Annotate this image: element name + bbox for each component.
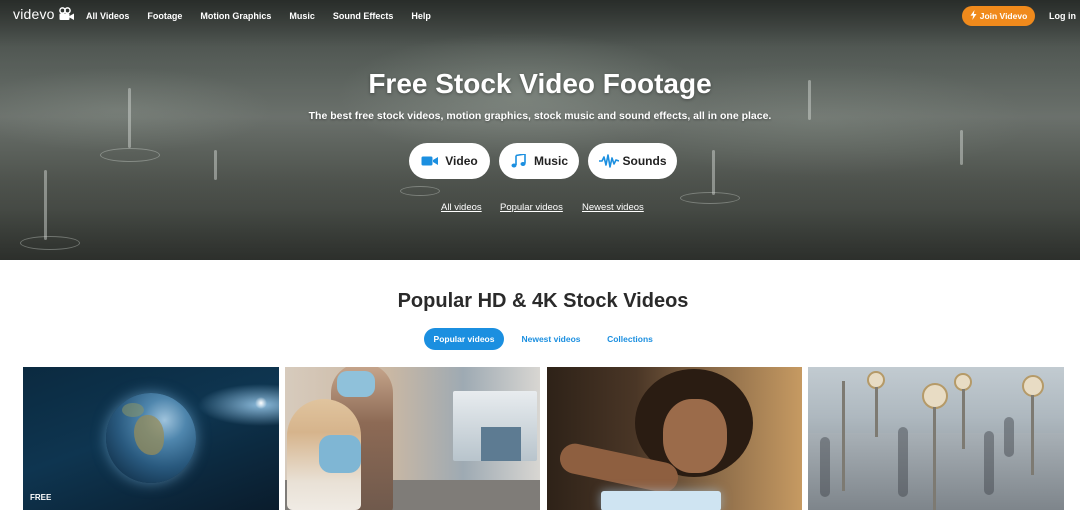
video-thumbnail-masked-people[interactable]: [285, 367, 540, 510]
clock-pole-image: [962, 389, 965, 449]
tab-collections[interactable]: Collections: [600, 328, 660, 350]
waveform-icon: [598, 154, 619, 168]
rain-splash-decoration: [712, 150, 715, 195]
blurred-person-image: [898, 427, 908, 497]
video-category-label: Video: [445, 154, 478, 168]
nav-link-sound-effects[interactable]: Sound Effects: [333, 11, 394, 21]
video-thumbnail-girl-tablet[interactable]: [547, 367, 802, 510]
bolt-icon: [970, 10, 977, 22]
ripple-decoration: [400, 186, 440, 196]
tab-popular-videos[interactable]: Popular videos: [424, 328, 504, 350]
login-link[interactable]: Log in: [1049, 11, 1076, 21]
face-mask-image: [337, 371, 375, 397]
ripple-decoration: [20, 236, 80, 250]
ripple-decoration: [680, 192, 740, 204]
clock-pole-image: [842, 381, 845, 491]
music-note-icon: [510, 153, 528, 168]
girl-face-image: [663, 399, 727, 473]
brand-logo[interactable]: videvo: [13, 6, 75, 22]
blurred-person-image: [820, 437, 830, 497]
sounds-category-label: Sounds: [622, 154, 667, 168]
video-camera-icon: [421, 154, 439, 168]
ripple-decoration: [100, 148, 160, 162]
nav-link-help[interactable]: Help: [411, 11, 431, 21]
main-nav-links: All Videos Footage Motion Graphics Music…: [86, 11, 449, 21]
video-category-button[interactable]: Video: [409, 143, 490, 179]
rain-splash-decoration: [960, 130, 963, 165]
nav-link-all-videos[interactable]: All Videos: [86, 11, 129, 21]
tablet-image: [601, 491, 721, 510]
join-button-label: Join Videvo: [979, 11, 1028, 21]
hero-subtitle: The best free stock videos, motion graph…: [308, 110, 772, 122]
hero-title: Free Stock Video Footage: [368, 68, 712, 99]
blurred-person-image: [1004, 417, 1014, 457]
brand-name: videvo: [13, 6, 55, 22]
section-title: Popular HD & 4K Stock Videos: [397, 290, 689, 312]
hero-link-all-videos[interactable]: All videos: [441, 202, 482, 213]
blurred-person-image: [984, 431, 994, 495]
free-badge: FREE: [30, 493, 52, 502]
station-floor-image: [808, 433, 1064, 510]
rain-splash-decoration: [44, 170, 47, 240]
clock-pole-image: [1031, 395, 1034, 475]
video-thumbnail-station-clocks[interactable]: [808, 367, 1064, 510]
truck-cab-image: [481, 427, 521, 461]
clock-image: [922, 383, 948, 409]
top-navigation: videvo All Videos Footage Motion Graphic…: [0, 0, 1080, 32]
earth-image: [106, 393, 196, 483]
join-button[interactable]: Join Videvo: [962, 6, 1035, 26]
face-mask-image: [319, 435, 361, 473]
nav-link-music[interactable]: Music: [289, 11, 315, 21]
clock-pole-image: [933, 407, 936, 510]
rain-splash-decoration: [214, 150, 217, 180]
hero-link-newest-videos[interactable]: Newest videos: [582, 202, 644, 213]
sounds-category-button[interactable]: Sounds: [588, 143, 677, 179]
nav-link-motion-graphics[interactable]: Motion Graphics: [200, 11, 271, 21]
music-category-button[interactable]: Music: [499, 143, 579, 179]
music-category-label: Music: [533, 154, 568, 168]
camera-icon: [58, 7, 75, 21]
nav-link-footage[interactable]: Footage: [147, 11, 182, 21]
video-thumbnail-earth[interactable]: FREE: [23, 367, 279, 510]
clock-pole-image: [875, 387, 878, 437]
hero-link-popular-videos[interactable]: Popular videos: [500, 202, 563, 213]
hero-banner: [0, 0, 1080, 260]
clock-image: [1022, 375, 1044, 397]
tab-newest-videos[interactable]: Newest videos: [514, 328, 588, 350]
